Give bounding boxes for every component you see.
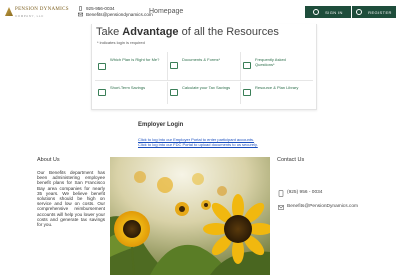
required-note: * indicates login is required (97, 40, 145, 45)
check-circle-icon (313, 9, 320, 15)
header-phone[interactable]: 925-956-0034 (78, 6, 115, 11)
about-text: Our Benefits department has been adminis… (37, 170, 105, 228)
resource-plan-library[interactable]: Resource & Plan Library (243, 85, 313, 96)
fdc-portal-link[interactable]: Click to log into our FDC Portal to uplo… (138, 142, 258, 147)
document-icon (170, 62, 178, 69)
resource-tax-savings[interactable]: Calculate your Tax Savings (170, 85, 240, 96)
register-label: REGISTER (368, 9, 392, 15)
sign-in-button[interactable]: SIGN IN (305, 6, 351, 18)
resources-title-prefix: Take (96, 26, 123, 38)
contact-phone-text: (925) 956 - 0034 (287, 190, 323, 195)
about-heading: About Us (37, 157, 60, 163)
sunflower-image (110, 157, 270, 275)
library-icon (243, 89, 251, 96)
contact-email-text: Benefits@PensionDynamics.com (287, 204, 358, 209)
contact-phone[interactable]: (925) 956 - 0034 (278, 190, 322, 197)
resource-short-term-savings[interactable]: Short-Term Savings (98, 85, 166, 96)
resource-faq[interactable]: Frequently Asked Questions* (243, 57, 313, 69)
phone-icon (278, 190, 284, 197)
resources-title: Take Advantage of all the Resources (96, 26, 279, 38)
resources-title-suffix: of all the Resources (178, 26, 279, 38)
resource-divider (167, 82, 168, 104)
employer-login-title: Employer Login (138, 122, 184, 128)
resource-documents-forms[interactable]: Documents & Forms* (170, 57, 238, 69)
user-circle-icon (356, 9, 363, 15)
logo-name: PENSION DYNAMICS (15, 7, 69, 12)
resource-label: Resource & Plan Library (255, 85, 299, 90)
envelope-icon (78, 12, 83, 17)
logo-mark-icon (5, 7, 13, 16)
header-email[interactable]: Benefits@pensiondynamics.com (78, 12, 153, 17)
logo-subtitle: COMPANY, LLC (15, 14, 44, 18)
sign-in-label: SIGN IN (325, 9, 343, 15)
calculator-icon (170, 89, 178, 96)
register-button[interactable]: REGISTER (352, 6, 396, 18)
resource-label: Frequently Asked Questions* (255, 57, 286, 67)
resource-label: Which Plan is Right for Me? (110, 57, 160, 62)
resource-divider (240, 52, 241, 80)
resource-divider (240, 82, 241, 104)
contact-heading: Contact Us (277, 157, 305, 163)
resource-label: Calculate your Tax Savings (182, 85, 231, 90)
monitor-icon (98, 63, 106, 70)
question-icon (243, 62, 251, 69)
resource-label: Documents & Forms* (182, 57, 221, 62)
resources-title-bold: Advantage (122, 26, 179, 38)
company-logo[interactable]: PENSION DYNAMICS COMPANY, LLC (5, 7, 69, 19)
header-phone-text: 925-956-0034 (86, 6, 115, 11)
resource-which-plan[interactable]: Which Plan is Right for Me? (98, 57, 166, 70)
homepage-link[interactable]: Homepage (149, 8, 183, 15)
resource-label: Short-Term Savings (110, 85, 146, 90)
resource-divider (167, 52, 168, 80)
piggy-bank-icon (98, 89, 106, 96)
contact-email[interactable]: Benefits@PensionDynamics.com (278, 204, 362, 211)
phone-icon (78, 6, 83, 11)
header-email-text: Benefits@pensiondynamics.com (86, 12, 153, 17)
envelope-icon (278, 204, 284, 211)
resource-row-divider (95, 80, 313, 81)
